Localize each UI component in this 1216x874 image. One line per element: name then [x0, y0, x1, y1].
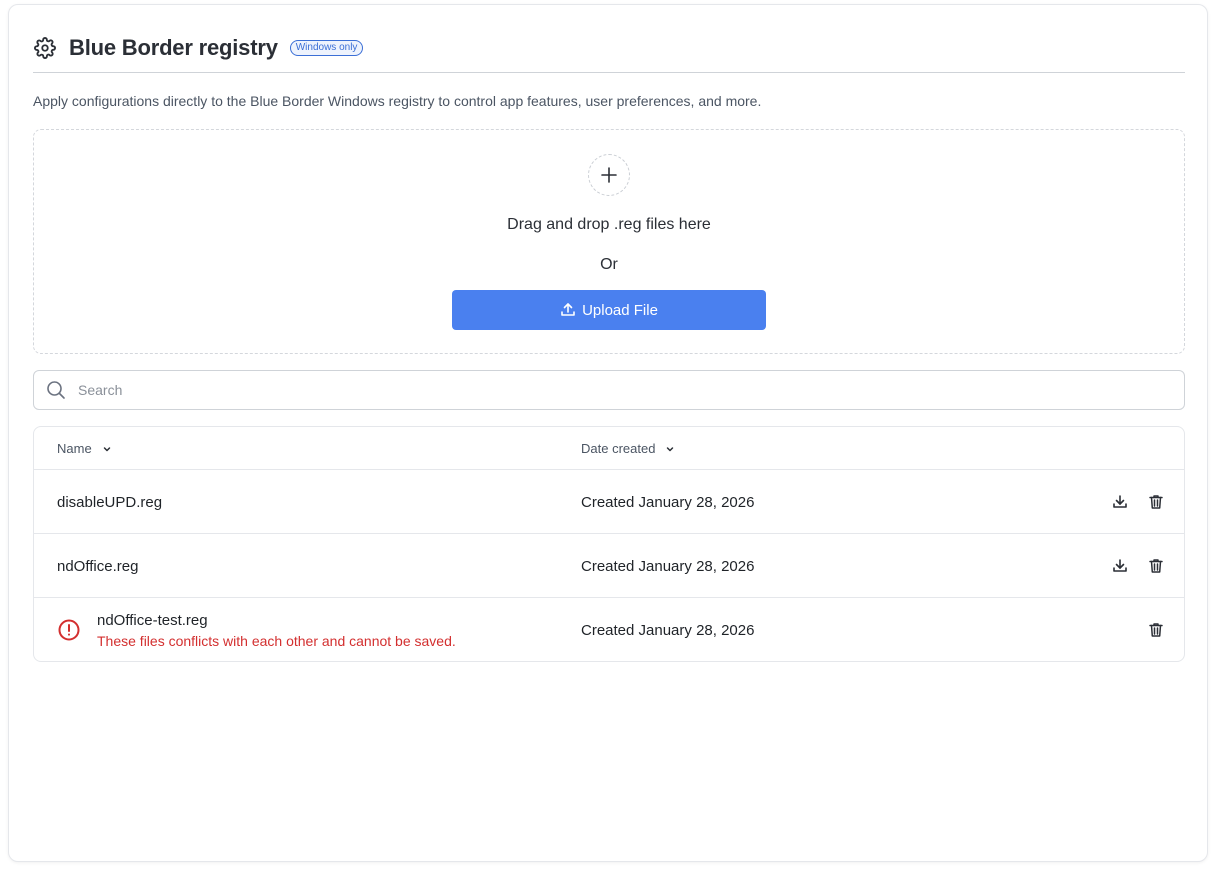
file-dropzone[interactable]: Drag and drop .reg files here Or Upload …	[33, 129, 1185, 354]
page-description: Apply configurations directly to the Blu…	[33, 93, 762, 109]
file-name: ndOffice.reg	[57, 557, 139, 575]
search-box[interactable]	[33, 370, 1185, 410]
registry-files-table: Name Date created disableUPD.reg Created…	[33, 426, 1185, 662]
upload-file-button[interactable]: Upload File	[452, 290, 766, 330]
column-header-date-created[interactable]: Date created	[581, 427, 675, 470]
file-date: Created January 28, 2026	[581, 493, 755, 511]
card-header: Blue Border registry Windows only	[33, 29, 1185, 73]
table-header: Name Date created	[34, 427, 1184, 470]
table-row-error: ndOffice-test.reg These files conflicts …	[34, 598, 1184, 661]
dropzone-or: Or	[600, 256, 618, 273]
error-file-info: ndOffice-test.reg These files conflicts …	[97, 611, 456, 651]
file-date: Created January 28, 2026	[581, 621, 755, 639]
registry-card: Blue Border registry Windows only Apply …	[8, 4, 1208, 862]
chevron-down-icon	[665, 444, 675, 454]
dropzone-title: Drag and drop .reg files here	[507, 216, 711, 233]
trash-icon[interactable]	[1144, 490, 1168, 514]
download-icon[interactable]	[1108, 554, 1132, 578]
page-title: Blue Border registry	[69, 34, 278, 60]
file-date: Created January 28, 2026	[581, 557, 755, 575]
row-actions	[1096, 534, 1168, 598]
row-actions	[1096, 470, 1168, 534]
column-header-name[interactable]: Name	[57, 427, 112, 470]
file-name: ndOffice-test.reg	[97, 612, 208, 629]
error-circle-icon	[57, 618, 81, 642]
row-actions	[1132, 598, 1168, 661]
chevron-down-icon	[102, 444, 112, 454]
table-row: disableUPD.reg Created January 28, 2026	[34, 470, 1184, 534]
trash-icon[interactable]	[1144, 554, 1168, 578]
upload-file-label: Upload File	[582, 301, 658, 319]
upload-icon	[560, 302, 576, 318]
plus-icon	[588, 154, 630, 196]
conflict-error-message: These files conflicts with each other an…	[97, 633, 456, 649]
gear-icon	[33, 36, 57, 60]
download-icon[interactable]	[1108, 490, 1132, 514]
search-input[interactable]	[76, 381, 1156, 399]
windows-only-badge: Windows only	[289, 39, 364, 56]
column-name-label: Name	[57, 441, 92, 456]
file-name: disableUPD.reg	[57, 493, 163, 511]
table-row: ndOffice.reg Created January 28, 2026	[34, 534, 1184, 598]
search-icon	[46, 380, 66, 400]
trash-icon[interactable]	[1144, 618, 1168, 642]
column-date-label: Date created	[581, 441, 656, 456]
